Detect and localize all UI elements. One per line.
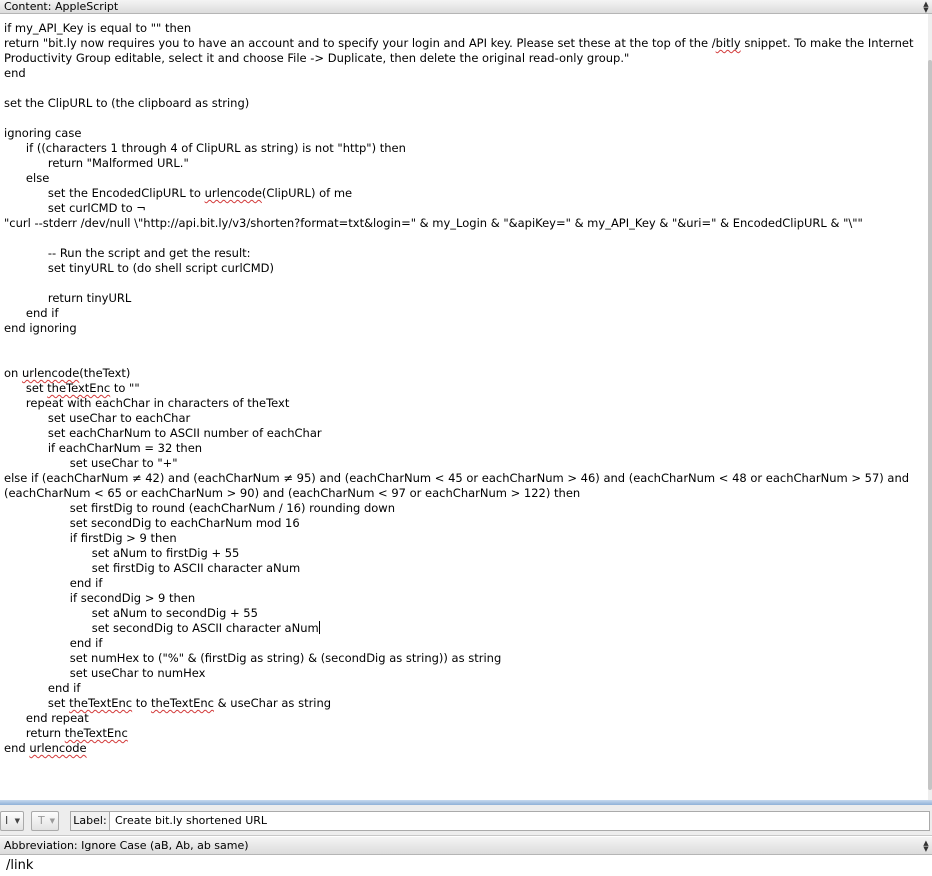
text-cursor-icon: I bbox=[5, 814, 9, 827]
code-line[interactable]: set useChar to eachChar bbox=[4, 411, 914, 426]
code-line[interactable] bbox=[4, 351, 914, 366]
code-line[interactable]: end ignoring bbox=[4, 321, 914, 336]
code-line[interactable]: else if (eachCharNum ≠ 42) and (eachChar… bbox=[4, 471, 914, 501]
code-line[interactable]: set aNum to firstDig + 55 bbox=[4, 546, 914, 561]
format-t-icon: T bbox=[38, 814, 45, 827]
label-caption: Label: bbox=[71, 812, 110, 830]
editor-scrollbar-thumb[interactable] bbox=[928, 60, 932, 790]
text-caret bbox=[318, 621, 320, 634]
abbreviation-mode-chevron-icon[interactable]: ▲ ▼ bbox=[922, 840, 930, 853]
code-line[interactable]: end urlencode bbox=[4, 741, 914, 756]
code-line[interactable]: set useChar to "+" bbox=[4, 456, 914, 471]
code-line[interactable]: if ((characters 1 through 4 of ClipURL a… bbox=[4, 141, 914, 156]
code-line[interactable]: else bbox=[4, 171, 914, 186]
code-line[interactable]: set aNum to secondDig + 55 bbox=[4, 606, 914, 621]
code-line[interactable]: end if bbox=[4, 636, 914, 651]
code-line[interactable]: on urlencode(theText) bbox=[4, 366, 914, 381]
code-line[interactable]: end repeat bbox=[4, 711, 914, 726]
content-type-bar[interactable]: Content: AppleScript ▲ ▼ bbox=[0, 0, 932, 14]
code-line[interactable] bbox=[4, 336, 914, 351]
code-line[interactable]: "curl --stderr /dev/null \"http://api.bi… bbox=[4, 216, 914, 231]
code-line[interactable]: end bbox=[4, 66, 914, 81]
label-field[interactable]: Label: Create bit.ly shortened URL bbox=[70, 811, 930, 831]
code-line[interactable]: set secondDig to eachCharNum mod 16 bbox=[4, 516, 914, 531]
code-line[interactable]: set firstDig to round (eachCharNum / 16)… bbox=[4, 501, 914, 516]
code-line[interactable]: if eachCharNum = 32 then bbox=[4, 441, 914, 456]
code-line[interactable] bbox=[4, 231, 914, 246]
code-text[interactable]: if my_API_Key is equal to "" then return … bbox=[4, 21, 914, 756]
code-line[interactable]: set the EncodedClipURL to urlencode(Clip… bbox=[4, 186, 914, 201]
label-input[interactable]: Create bit.ly shortened URL bbox=[115, 812, 267, 830]
code-line[interactable]: return "bit.ly now requires you to have … bbox=[4, 36, 914, 66]
code-line[interactable]: end if bbox=[4, 681, 914, 696]
code-line[interactable]: return tinyURL bbox=[4, 291, 914, 306]
content-type-label: Content: AppleScript bbox=[4, 0, 119, 13]
snippet-toolbar: I ▼ T ▼ Label: Create bit.ly shortened U… bbox=[0, 805, 932, 836]
dropdown-arrow-icon: ▼ bbox=[49, 817, 55, 825]
code-line[interactable] bbox=[4, 111, 914, 126]
code-line[interactable]: ignoring case bbox=[4, 126, 914, 141]
dropdown-arrow-icon: ▼ bbox=[14, 817, 20, 825]
code-line[interactable]: set the ClipURL to (the clipboard as str… bbox=[4, 96, 914, 111]
code-line[interactable]: return theTextEnc bbox=[4, 726, 914, 741]
code-line[interactable]: set curlCMD to ¬ bbox=[4, 201, 914, 216]
code-line[interactable]: set eachCharNum to ASCII number of eachC… bbox=[4, 426, 914, 441]
code-line[interactable]: set secondDig to ASCII character aNum bbox=[4, 621, 914, 636]
code-line[interactable] bbox=[4, 276, 914, 291]
code-line[interactable]: end if bbox=[4, 306, 914, 321]
code-line[interactable]: set firstDig to ASCII character aNum bbox=[4, 561, 914, 576]
code-line[interactable]: if firstDig > 9 then bbox=[4, 531, 914, 546]
code-line[interactable] bbox=[4, 81, 914, 96]
abbreviation-input[interactable]: /link bbox=[6, 857, 33, 874]
insert-text-button[interactable]: I ▼ bbox=[0, 811, 24, 831]
abbreviation-mode-label: Abbreviation: Ignore Case (aB, Ab, ab sa… bbox=[4, 839, 249, 852]
code-line[interactable]: -- Run the script and get the result: bbox=[4, 246, 914, 261]
code-line[interactable]: repeat with eachChar in characters of th… bbox=[4, 396, 914, 411]
abbreviation-mode-bar[interactable]: Abbreviation: Ignore Case (aB, Ab, ab sa… bbox=[0, 837, 932, 855]
code-line[interactable]: set theTextEnc to "" bbox=[4, 381, 914, 396]
code-line[interactable]: end if bbox=[4, 576, 914, 591]
format-button[interactable]: T ▼ bbox=[31, 811, 59, 831]
code-line[interactable]: set numHex to ("%" & (firstDig as string… bbox=[4, 651, 914, 666]
script-editor[interactable]: if my_API_Key is equal to "" then return … bbox=[0, 14, 932, 800]
code-line[interactable]: set tinyURL to (do shell script curlCMD) bbox=[4, 261, 914, 276]
content-type-chevron-icon[interactable]: ▲ ▼ bbox=[922, 1, 930, 14]
code-line[interactable]: set theTextEnc to theTextEnc & useChar a… bbox=[4, 696, 914, 711]
code-line[interactable]: set useChar to numHex bbox=[4, 666, 914, 681]
code-line[interactable]: if secondDig > 9 then bbox=[4, 591, 914, 606]
abbreviation-field[interactable]: /link bbox=[0, 855, 932, 876]
code-line[interactable]: return "Malformed URL." bbox=[4, 156, 914, 171]
code-line[interactable]: if my_API_Key is equal to "" then bbox=[4, 21, 914, 36]
